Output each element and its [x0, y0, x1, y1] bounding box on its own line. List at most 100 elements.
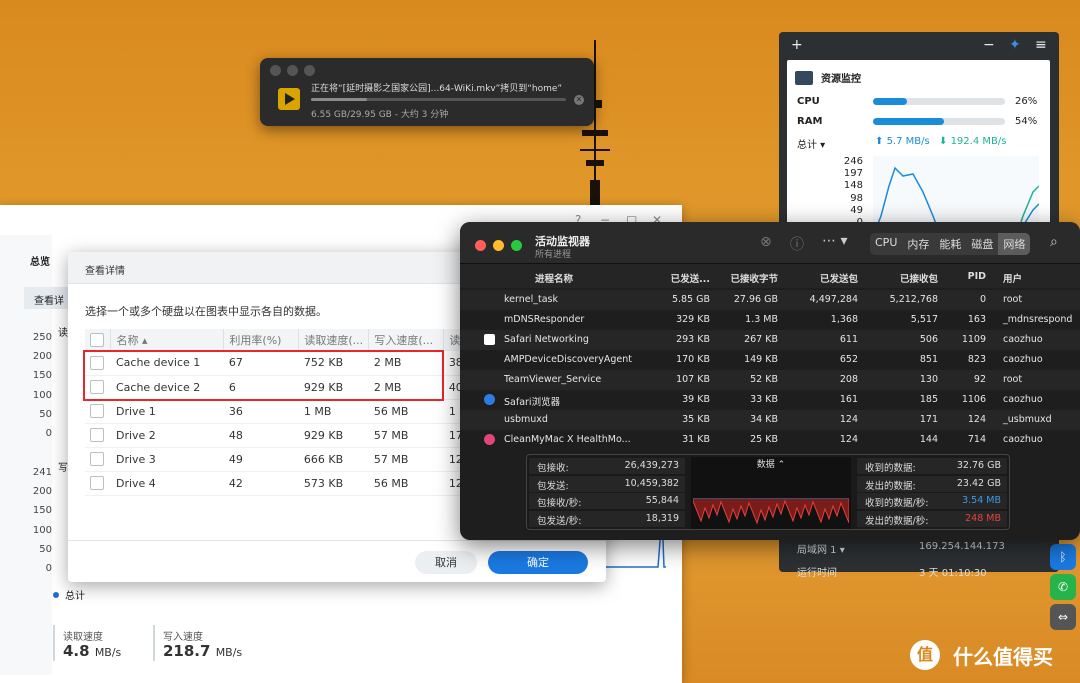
add-icon[interactable]: + — [791, 37, 803, 53]
process-row[interactable]: TeamViewer_Service 107 KB 52 KB 208 130 92 roo… — [460, 370, 1080, 390]
summary-row: 发出的数据: 23.42 GB — [857, 475, 1007, 492]
axis-tick: 50 — [39, 543, 52, 555]
column-header[interactable]: 已发送包 — [820, 271, 858, 285]
process-cell: 652 — [839, 354, 858, 365]
column-header[interactable]: PID — [968, 271, 986, 282]
summary-value: 18,319 — [645, 512, 679, 524]
process-cell: 124 — [839, 434, 858, 445]
process-cell: TeamViewer_Service — [504, 374, 602, 385]
close-icon[interactable] — [475, 240, 486, 251]
row-checkbox[interactable] — [90, 476, 104, 490]
process-cell: 33 KB — [750, 394, 778, 405]
column-header[interactable]: 名称 ▴ — [110, 329, 225, 351]
row-checkbox[interactable] — [90, 428, 104, 442]
cancel-button[interactable]: 取消 — [415, 551, 477, 574]
network-link-icon[interactable]: ⇔ — [1050, 604, 1076, 630]
process-cell: 124 — [967, 414, 986, 425]
axis-tick: 100 — [32, 524, 52, 536]
table-cell: 57 MB — [368, 423, 444, 448]
process-row[interactable]: mDNSResponder 329 KB 1.3 MB 1,368 5,517 163 _m… — [460, 310, 1080, 330]
data-graph-title[interactable]: 数据 ⌃ — [691, 457, 851, 470]
process-row[interactable]: kernel_task 5.85 GB 27.96 GB 4,497,284 5,212… — [460, 290, 1080, 310]
summary-label: 收到的数据/秒: — [865, 498, 929, 509]
process-cell: 52 KB — [750, 374, 778, 385]
read-speed-unit: MB/s — [94, 646, 122, 659]
axis-tick: 150 — [32, 505, 52, 517]
tab-3[interactable]: 磁盘 — [966, 233, 998, 255]
column-header[interactable]: 利用率(%) — [223, 329, 300, 351]
table-cell: 929 KB — [298, 423, 369, 448]
process-row[interactable]: Safari浏览器 39 KB 33 KB 161 185 1106 caozhuo — [460, 390, 1080, 410]
more-actions-icon[interactable]: ⋯ ▾ — [822, 233, 847, 249]
row-checkbox[interactable] — [90, 404, 104, 418]
row-checkbox[interactable] — [90, 452, 104, 466]
minimize-icon[interactable] — [493, 240, 504, 251]
axis-tick: 200 — [32, 486, 52, 498]
window-controls[interactable] — [475, 240, 522, 251]
process-cell: caozhuo — [1003, 354, 1043, 365]
phone-icon[interactable]: ✆ — [1050, 574, 1076, 600]
info-icon[interactable]: ⓘ — [790, 234, 804, 254]
column-header[interactable]: 已接收包 — [900, 271, 938, 285]
axis-tick: 250 — [32, 332, 52, 343]
process-cell: 329 KB — [676, 314, 710, 325]
process-row[interactable]: usbmuxd 35 KB 34 KB 124 171 124 _usbmuxd — [460, 410, 1080, 430]
legend-dot-icon — [53, 591, 59, 598]
process-cell: 185 — [919, 394, 938, 405]
logo-icon: 值 — [910, 640, 940, 670]
activity-monitor-window: 活动监视器 所有进程 ⊗ ⓘ ⋯ ▾ CPU 内存 能耗 磁盘 网络 ⌕ 进程名称 已发送… — [460, 222, 1080, 540]
process-cell: CleanMyMac X HealthMo... — [504, 434, 631, 445]
tab-1[interactable]: 内存 — [902, 233, 934, 255]
tab-2[interactable]: 能耗 — [934, 233, 966, 255]
column-header[interactable]: 已接收字节 — [730, 271, 778, 285]
bluetooth-icon[interactable]: ᛒ — [1050, 544, 1076, 570]
process-cell: 34 KB — [750, 414, 778, 425]
axis-tick: 150 — [32, 370, 52, 382]
pin-icon[interactable]: ✦ — [1009, 37, 1021, 53]
total-dropdown[interactable]: 总计 ▾ — [797, 136, 825, 151]
process-cell: 92 — [973, 374, 986, 385]
column-header[interactable]: 已发送... — [671, 271, 710, 285]
process-row[interactable]: CleanMyMac X HealthMo... 31 KB 25 KB 124 144… — [460, 430, 1080, 450]
lan-label[interactable]: 局域网 1 ▾ — [797, 541, 845, 556]
select-cell — [85, 447, 111, 472]
ram-label: RAM — [797, 116, 823, 127]
process-cell: 1,368 — [830, 314, 858, 325]
tab-details[interactable]: 查看详 — [24, 287, 74, 309]
menu-icon[interactable]: ≡ — [1035, 37, 1047, 53]
ok-button[interactable]: 确定 — [488, 551, 588, 574]
select-cell — [85, 471, 111, 496]
process-cell: 161 — [839, 394, 858, 405]
stop-process-icon[interactable]: ⊗ — [760, 234, 772, 250]
zoom-icon[interactable] — [511, 240, 522, 251]
process-row[interactable]: Safari Networking 293 KB 267 KB 611 506 1109 c… — [460, 330, 1080, 350]
column-header[interactable]: 写入速度(... — [368, 329, 445, 351]
column-header[interactable]: 进程名称 — [535, 271, 573, 285]
process-cell: 171 — [919, 414, 938, 425]
select-all-checkbox[interactable] — [90, 333, 104, 347]
highlight-box — [83, 350, 444, 401]
process-cell: 149 KB — [744, 354, 778, 365]
download-speed-value: 192.4 MB/s — [950, 136, 1007, 147]
tab-overview[interactable]: 总览 — [30, 253, 50, 268]
chart-tick: 49 — [850, 204, 863, 216]
ram-value: 54% — [1015, 116, 1038, 127]
tab-4[interactable]: 网络 — [998, 233, 1031, 255]
process-row[interactable]: AMPDeviceDiscoveryAgent 170 KB 149 KB 652 85… — [460, 350, 1080, 370]
minimize-icon[interactable]: − — [983, 37, 995, 53]
process-cell: 25 KB — [750, 434, 778, 445]
column-header[interactable]: 用户 — [1003, 271, 1022, 285]
summary-value: 10,459,382 — [624, 477, 679, 489]
cpu-value: 26% — [1015, 96, 1038, 107]
window-controls[interactable] — [270, 65, 315, 76]
table-cell: 49 — [223, 447, 299, 472]
cancel-copy-icon[interactable]: ✕ — [574, 95, 584, 105]
summary-row: 包发送: 10,459,382 — [529, 475, 685, 492]
write-speed-unit: MB/s — [215, 646, 243, 659]
summary-value: 26,439,273 — [624, 460, 679, 471]
column-header[interactable]: 读取速度(... — [298, 329, 370, 351]
select-all-cell — [85, 329, 112, 351]
process-cell: 4,497,284 — [809, 294, 858, 305]
search-icon[interactable]: ⌕ — [1050, 234, 1058, 250]
tab-0[interactable]: CPU — [870, 233, 902, 255]
